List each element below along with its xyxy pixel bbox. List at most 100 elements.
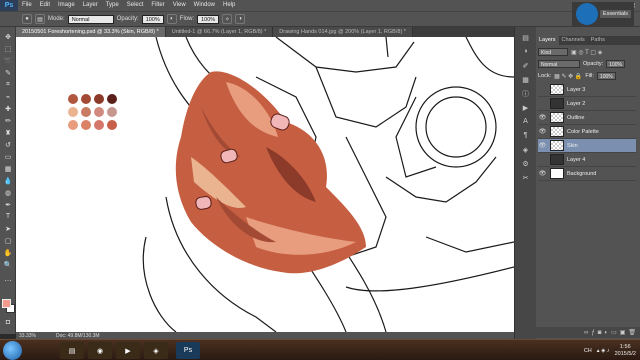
filter-kind-select[interactable]: Kind <box>538 48 568 56</box>
crop-tool-icon[interactable]: ⌗ <box>2 79 14 90</box>
mask-icon[interactable]: ◙ <box>598 330 602 336</box>
doc-tab-drawing-hands[interactable]: Drawing Hands 014.jpg @ 200% (Layer 1, R… <box>273 27 413 37</box>
lock-icons[interactable]: ▦ ✎ ✥ 🔒 <box>554 73 582 80</box>
menu-filter[interactable]: Filter <box>147 0 168 11</box>
media-player-icon[interactable]: ▶ <box>116 342 140 359</box>
menu-image[interactable]: Image <box>54 0 79 11</box>
eye-icon[interactable]: 👁 <box>538 142 547 149</box>
quick-select-tool-icon[interactable]: ✎ <box>2 67 14 78</box>
eye-icon[interactable]: 👁 <box>538 128 547 135</box>
tab-layers[interactable]: Layers <box>536 36 559 45</box>
tool-presets-panel-icon[interactable]: ✂ <box>520 173 531 182</box>
more-tools-icon[interactable]: ⋯ <box>2 275 14 286</box>
character-panel-icon[interactable]: A <box>520 117 531 126</box>
zoom-tool-icon[interactable]: 🔍 <box>2 259 14 270</box>
opacity-field[interactable]: 100% <box>141 14 164 24</box>
lock-row: Lock: ▦ ✎ ✥ 🔒 Fill: 100% <box>538 71 638 81</box>
file-explorer-icon[interactable]: ▤ <box>60 342 84 359</box>
blur-tool-icon[interactable]: 💧 <box>2 175 14 186</box>
photoshop-icon[interactable]: Ps <box>176 342 200 359</box>
canvas[interactable] <box>16 37 514 332</box>
history-brush-tool-icon[interactable]: ↺ <box>2 139 14 150</box>
airbrush-icon[interactable]: ✧ <box>222 14 233 24</box>
info-panel-icon[interactable]: ⓘ <box>520 89 531 98</box>
zoom-level[interactable]: 33.33% <box>19 333 36 339</box>
workspace-switcher[interactable]: Essentials <box>572 2 634 26</box>
adjustment-icon[interactable]: ◐ <box>604 330 608 336</box>
actions-panel-icon[interactable]: ▶ <box>520 103 531 112</box>
menu-type[interactable]: Type <box>102 0 123 11</box>
fill-label: Fill: <box>585 73 594 79</box>
nvidia-icon[interactable]: ◈ <box>144 342 168 359</box>
doc-size[interactable]: Doc: 49.8M/130.3M <box>56 333 100 339</box>
doc-tab-untitled[interactable]: Untitled-1 @ 66.7% (Layer 1, RGB/8) * <box>165 27 274 37</box>
brush-panel-icon[interactable]: ✐ <box>520 61 531 70</box>
healing-brush-tool-icon[interactable]: ✚ <box>2 103 14 114</box>
tray-icons[interactable]: ▴ ◈ ♪ <box>597 348 610 354</box>
menu-window[interactable]: Window <box>190 0 219 11</box>
path-select-tool-icon[interactable]: ➤ <box>2 223 14 234</box>
fill-field[interactable]: 100% <box>596 72 616 80</box>
trash-icon[interactable]: 🗑 <box>628 329 636 336</box>
flow-field[interactable]: 100% <box>197 14 220 24</box>
menu-select[interactable]: Select <box>123 0 148 11</box>
menu-file[interactable]: File <box>18 0 36 11</box>
menu-layer[interactable]: Layer <box>79 0 102 11</box>
brush-tool-icon[interactable]: ✏ <box>2 115 14 126</box>
layer-row[interactable]: Layer 2 <box>538 97 636 111</box>
dodge-tool-icon[interactable]: ◍ <box>2 187 14 198</box>
blend-mode-select[interactable]: Normal <box>538 60 580 68</box>
brush-preset-icon[interactable]: ● <box>22 14 32 24</box>
layer-row[interactable]: 👁 Color Palette <box>538 125 636 139</box>
layer-row[interactable]: Layer 3 <box>538 83 636 97</box>
layer-thumbnail <box>550 140 564 151</box>
quick-mask-icon[interactable]: ◘ <box>2 317 14 328</box>
link-icon[interactable]: ∞ <box>584 330 588 336</box>
start-button[interactable] <box>3 341 22 360</box>
pressure-opacity-icon[interactable]: ◐ <box>166 14 177 24</box>
layer-row[interactable]: 👁 Outline <box>538 111 636 125</box>
history-panel-icon[interactable]: ▤ <box>520 33 531 42</box>
gradient-tool-icon[interactable]: ▦ <box>2 163 14 174</box>
eraser-tool-icon[interactable]: ▭ <box>2 151 14 162</box>
navigator-panel-icon[interactable]: ◈ <box>520 145 531 154</box>
eye-icon[interactable]: 👁 <box>538 114 547 121</box>
layer-row[interactable]: 👁 Skin <box>538 139 636 153</box>
layer-opacity-field[interactable]: 100% <box>606 60 625 68</box>
marquee-tool-icon[interactable]: ⬚ <box>2 43 14 54</box>
menu-help[interactable]: Help <box>219 0 239 11</box>
new-layer-icon[interactable]: ▣ <box>620 329 626 336</box>
filter-icons[interactable]: ▣ ◎ T ▢ ◈ <box>571 49 602 56</box>
paragraph-panel-icon[interactable]: ¶ <box>520 131 531 140</box>
folder-icon[interactable]: ▭ <box>611 329 617 336</box>
move-tool-icon[interactable]: ✥ <box>2 31 14 42</box>
eyedropper-tool-icon[interactable]: ⌁ <box>2 91 14 102</box>
properties-panel-icon[interactable]: ⚙ <box>520 159 531 168</box>
document-tab-bar: 20150501 Foreshortening.psd @ 33.3% (Ski… <box>16 27 514 37</box>
eye-icon[interactable]: 👁 <box>538 170 547 177</box>
adjustments-panel-icon[interactable]: ◑ <box>520 47 531 56</box>
clock[interactable]: 1:56 2015/5/2 <box>615 344 636 358</box>
mode-select[interactable]: Normal <box>67 14 114 24</box>
tab-channels[interactable]: Channels <box>559 36 588 45</box>
menu-view[interactable]: View <box>169 0 190 11</box>
swatches-panel-icon[interactable]: ▦ <box>520 75 531 84</box>
clone-stamp-tool-icon[interactable]: ♜ <box>2 127 14 138</box>
pen-tool-icon[interactable]: ✒ <box>2 199 14 210</box>
foreground-color-swatch[interactable] <box>2 299 11 308</box>
layer-row[interactable]: 👁 Background <box>538 167 636 181</box>
pressure-size-icon[interactable]: ◑ <box>235 14 246 24</box>
shape-tool-icon[interactable]: ▢ <box>2 235 14 246</box>
lasso-tool-icon[interactable]: ➰ <box>2 55 14 66</box>
tab-paths[interactable]: Paths <box>588 36 608 45</box>
hand-tool-icon[interactable]: ✋ <box>2 247 14 258</box>
language-indicator[interactable]: CH <box>584 348 592 354</box>
menu-edit[interactable]: Edit <box>36 0 54 11</box>
layer-thumbnail <box>550 126 564 137</box>
type-tool-icon[interactable]: T <box>2 211 14 222</box>
brush-panel-icon[interactable]: ▤ <box>35 14 45 24</box>
doc-tab-foreshortening[interactable]: 20150501 Foreshortening.psd @ 33.3% (Ski… <box>16 27 166 37</box>
layer-row[interactable]: Layer 4 <box>538 153 636 167</box>
fx-icon[interactable]: ƒ <box>591 330 594 336</box>
chrome-icon[interactable]: ◉ <box>88 342 112 359</box>
